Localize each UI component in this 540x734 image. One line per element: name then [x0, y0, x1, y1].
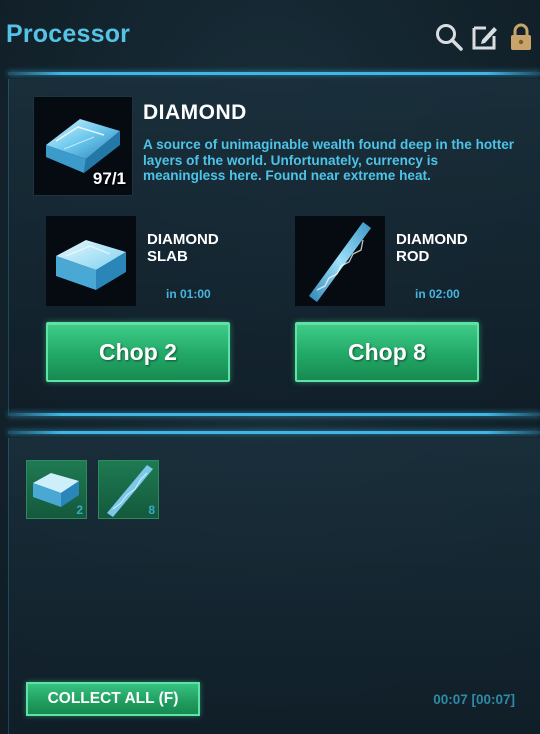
diamond-slab-icon	[46, 216, 136, 306]
recipe-name: DIAMOND SLAB	[147, 231, 219, 265]
top-divider	[8, 72, 540, 75]
output-panel: 2 8 COLLECT ALL (F) 00:07 [00:07]	[8, 438, 540, 734]
output-divider	[8, 431, 540, 434]
output-slot-rod[interactable]: 8	[98, 460, 159, 519]
chop-slab-button[interactable]: Chop 2	[46, 322, 230, 382]
item-count: 97/1	[92, 169, 126, 188]
edit-icon[interactable]	[470, 22, 500, 52]
middle-divider	[8, 413, 540, 416]
recipe-time: in 01:00	[166, 287, 211, 301]
diamond-rod-icon	[295, 216, 385, 306]
recipe-diamond-slab: DIAMOND SLAB in 01:00 Chop 2	[46, 216, 276, 386]
item-description: A source of unimaginable wealth found de…	[143, 137, 515, 183]
lock-icon[interactable]	[506, 22, 536, 52]
header-bar: Processor	[0, 0, 540, 72]
search-icon[interactable]	[434, 22, 464, 52]
page-title: Processor	[6, 20, 131, 48]
slot-count: 2	[76, 503, 83, 517]
item-name: DIAMOND	[143, 101, 247, 124]
recipe-diamond-rod: DIAMOND ROD in 02:00 Chop 8	[295, 216, 525, 386]
header-icons	[434, 22, 536, 52]
collect-all-button[interactable]: COLLECT ALL (F)	[26, 682, 200, 716]
recipe-name: DIAMOND ROD	[396, 231, 468, 265]
processor-panel: 97/1 DIAMOND A source of unimaginable we…	[8, 79, 540, 413]
chop-rod-button[interactable]: Chop 8	[295, 322, 479, 382]
timer-text: 00:07 [00:07]	[433, 692, 515, 707]
main-item-slot[interactable]: 97/1	[33, 96, 133, 196]
output-slot-slab[interactable]: 2	[26, 460, 87, 519]
slot-count: 8	[148, 503, 155, 517]
recipe-time: in 02:00	[415, 287, 460, 301]
